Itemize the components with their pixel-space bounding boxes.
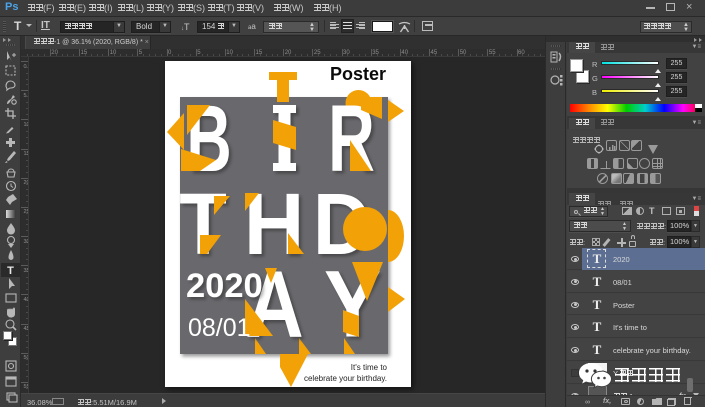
svg-text:2020: 2020	[186, 267, 263, 305]
svg-text:08/01: 08/01	[188, 314, 251, 342]
svg-text:It's time to: It's time to	[351, 363, 388, 372]
svg-text:celebrate your birthday.: celebrate your birthday.	[304, 374, 387, 383]
svg-text:Poster: Poster	[330, 64, 386, 84]
svg-text:T: T	[7, 265, 14, 277]
svg-text:T: T	[179, 175, 227, 273]
